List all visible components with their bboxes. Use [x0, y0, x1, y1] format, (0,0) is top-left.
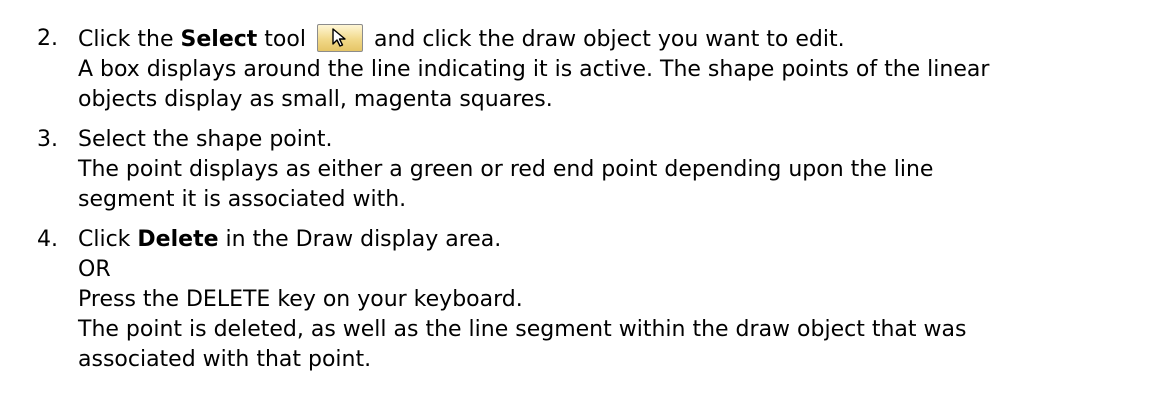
- step-2: 2. Click the Select tool and click the d…: [20, 24, 1160, 115]
- step-3: 3. Select the shape point. The point dis…: [20, 125, 1160, 215]
- result-text: objects display as small, magenta square…: [78, 87, 553, 112]
- step-body: Click Delete in the Draw display area. O…: [78, 225, 1160, 375]
- instruction-text: Click the: [78, 27, 181, 52]
- step-instruction: Click Delete in the Draw display area.: [78, 225, 1160, 255]
- step-body: Click the Select tool and click the draw…: [78, 24, 1160, 115]
- select-tool-name: Select: [180, 27, 258, 52]
- or-text: OR: [78, 257, 111, 282]
- step-4: 4. Click Delete in the Draw display area…: [20, 225, 1160, 375]
- instruction-text: Click: [78, 227, 138, 252]
- instruction-text: tool: [257, 27, 306, 52]
- step-body: Select the shape point. The point displa…: [78, 125, 1160, 215]
- result-text: The point displays as either a green or …: [78, 157, 934, 182]
- step-instruction: Click the Select tool and click the draw…: [78, 24, 1160, 55]
- select-arrow-icon: [332, 28, 346, 47]
- select-tool-button: [316, 24, 363, 52]
- instruction-steps: 2. Click the Select tool and click the d…: [20, 24, 1160, 385]
- step-number: 3.: [37, 127, 58, 152]
- delete-command-name: Delete: [137, 227, 219, 252]
- instruction-text: in the Draw display area.: [218, 227, 502, 252]
- result-text: associated with that point.: [78, 347, 372, 372]
- result-text: A box displays around the line indicatin…: [78, 57, 990, 82]
- alternate-instruction: Press the DELETE key on your keyboard.: [78, 287, 523, 312]
- result-text: The point is deleted, as well as the lin…: [78, 317, 967, 342]
- result-text: segment it is associated with.: [78, 187, 407, 212]
- step-instruction: Select the shape point.: [78, 127, 333, 152]
- instruction-text: and click the draw object you want to ed…: [366, 27, 845, 52]
- step-number: 2.: [37, 26, 58, 51]
- step-number: 4.: [37, 227, 58, 252]
